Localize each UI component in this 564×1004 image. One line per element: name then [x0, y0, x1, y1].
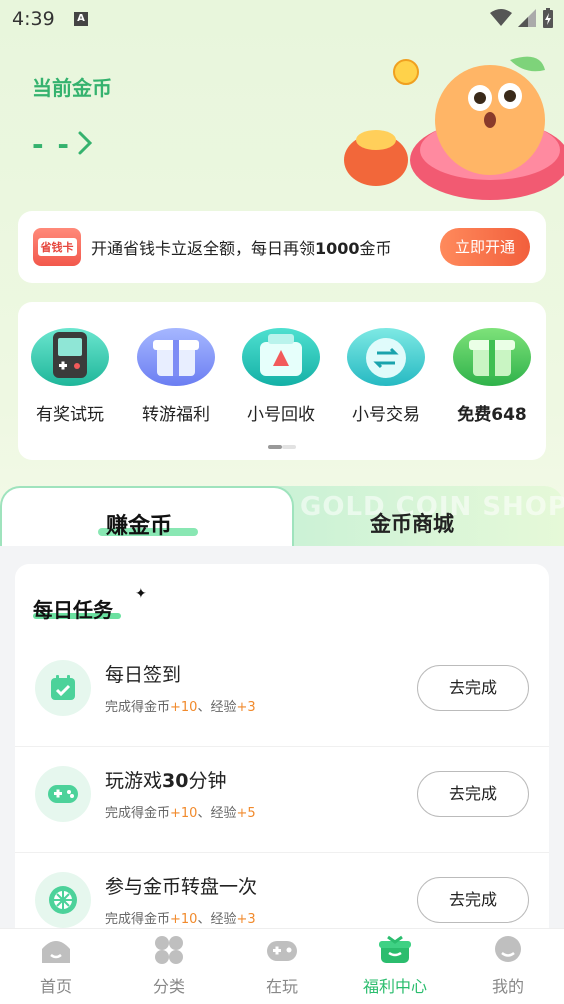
signal-icon	[518, 9, 536, 27]
section-title: 每日任务	[33, 598, 113, 622]
shortcut-account-trade[interactable]: 小号交易	[336, 328, 436, 425]
tasks-panel: 每日任务 ✦ 每日签到 完成得金币+10、经验+3 去完成 玩游戏30分钟 完成…	[0, 546, 564, 964]
shortcuts-panel: 有奖试玩 转游福利 小号回收 小号交易 免费648	[18, 302, 546, 460]
wheel-icon	[35, 872, 91, 928]
profile-icon	[491, 935, 525, 965]
sparkle-icon: ✦	[135, 586, 147, 602]
gameboy-icon	[31, 328, 109, 386]
nav-welfare[interactable]: 福利中心	[339, 935, 451, 997]
mascot-illustration	[344, 56, 564, 200]
task-row: 玩游戏30分钟 完成得金币+10、经验+5 去完成	[15, 746, 549, 852]
gamepad-icon	[35, 766, 91, 822]
green-gift-icon	[453, 328, 531, 386]
home-icon	[39, 935, 73, 965]
nav-profile[interactable]: 我的	[452, 935, 564, 997]
savings-card-icon: 省钱卡	[33, 228, 81, 266]
battery-icon	[543, 8, 553, 28]
banner-text: 开通省钱卡立返全额，每日再领1000金币	[91, 239, 392, 258]
controller-icon	[265, 935, 299, 965]
welfare-icon	[378, 935, 412, 965]
nav-home[interactable]: 首页	[0, 935, 112, 997]
wifi-icon	[490, 9, 512, 26]
shortcut-trial-play[interactable]: 有奖试玩	[20, 328, 120, 425]
recycle-box-icon	[242, 328, 320, 386]
nav-playing[interactable]: 在玩	[226, 935, 338, 997]
status-time: 4:39	[12, 8, 55, 30]
activate-button[interactable]: 立即开通	[440, 228, 530, 266]
shortcut-transfer-welfare[interactable]: 转游福利	[126, 328, 226, 425]
shortcut-account-recycle[interactable]: 小号回收	[231, 328, 331, 425]
coin-value[interactable]: - -	[32, 128, 71, 161]
status-icons	[490, 8, 554, 28]
status-bar: 4:39 A	[0, 0, 564, 38]
exchange-icon	[347, 328, 425, 386]
savings-card-banner[interactable]: 省钱卡 开通省钱卡立返全额，每日再领1000金币 立即开通	[18, 211, 546, 283]
page-indicator	[268, 445, 296, 449]
go-complete-button[interactable]: 去完成	[417, 771, 529, 817]
go-complete-button[interactable]: 去完成	[417, 877, 529, 923]
nav-category[interactable]: 分类	[113, 935, 225, 997]
bottom-nav: 首页 分类 在玩 福利中心 我的	[0, 928, 564, 1004]
calendar-check-icon	[35, 660, 91, 716]
chevron-right-icon[interactable]	[76, 130, 94, 156]
go-complete-button[interactable]: 去完成	[417, 665, 529, 711]
category-icon	[152, 935, 186, 965]
shortcut-free-648[interactable]: 免费648	[442, 328, 542, 425]
task-row: 每日签到 完成得金币+10、经验+3 去完成	[15, 640, 549, 746]
gift-box-icon	[137, 328, 215, 386]
coin-label: 当前金币	[32, 76, 112, 100]
tab-coin-shop-label[interactable]: 金币商城	[370, 508, 454, 538]
tab-earn-coins-label: 赚金币	[106, 514, 173, 539]
daily-tasks-card: 每日任务 ✦ 每日签到 完成得金币+10、经验+3 去完成 玩游戏30分钟 完成…	[15, 564, 549, 964]
notification-icon: A	[74, 12, 88, 26]
